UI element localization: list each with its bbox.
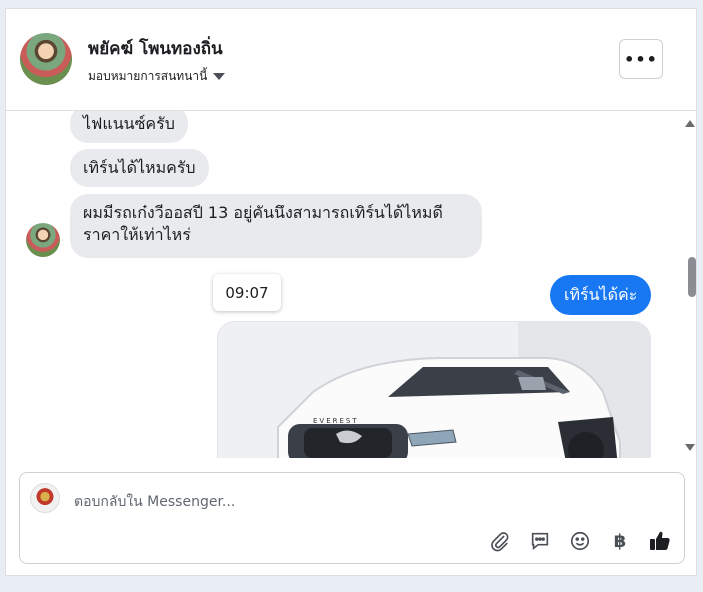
outgoing-message: เทิร์นได้ค่ะ	[550, 275, 652, 315]
baht-icon[interactable]: ฿	[608, 529, 632, 553]
paperclip-icon[interactable]	[488, 529, 512, 553]
conversation-panel: พยัคฆ์ โพนทองถิ่น มอบหมายการสนทนานี้ •••…	[5, 8, 697, 576]
page-avatar	[30, 483, 60, 513]
composer-toolbar: ฿	[488, 529, 672, 553]
message-thread[interactable]: ไฟแนนซ์ครับ เทิร์นได้ไหมครับ ผมมีรถเก๋งว…	[6, 111, 698, 458]
conversation-header: พยัคฆ์ โพนทองถิ่น มอบหมายการสนทนานี้ •••	[6, 9, 696, 111]
incoming-message: เทิร์นได้ไหมครับ	[70, 149, 209, 187]
incoming-message: ผมมีรถเก๋งวีออสปี 13 อยู่คันนึงสามารถเทิ…	[70, 194, 482, 258]
contact-name[interactable]: พยัคฆ์ โพนทองถิ่น	[88, 35, 223, 62]
assign-conversation-dropdown[interactable]: มอบหมายการสนทนานี้	[88, 67, 226, 86]
scroll-down-arrow-icon[interactable]	[685, 444, 695, 451]
messages-scrollbar[interactable]	[684, 111, 698, 458]
chat-template-icon[interactable]	[528, 529, 552, 553]
scroll-up-arrow-icon[interactable]	[685, 120, 695, 127]
scrollbar-thumb[interactable]	[688, 257, 696, 297]
caret-down-icon	[213, 73, 226, 80]
assign-conversation-label: มอบหมายการสนทนานี้	[88, 69, 208, 83]
incoming-message: ไฟแนนซ์ครับ	[70, 111, 188, 143]
emoji-icon[interactable]	[568, 529, 592, 553]
thumbs-up-icon[interactable]	[648, 529, 672, 553]
contact-avatar[interactable]	[20, 33, 72, 85]
reply-composer: ฿	[19, 472, 685, 564]
message-timestamp-tooltip: 09:07	[213, 274, 281, 311]
car-badge-text: EVEREST	[313, 417, 359, 425]
car-photo-attachment[interactable]: EVEREST	[217, 321, 651, 458]
car-image: EVEREST	[218, 322, 650, 458]
reply-input[interactable]	[74, 491, 614, 513]
sender-avatar	[26, 223, 60, 257]
more-options-button[interactable]: •••	[619, 39, 663, 79]
